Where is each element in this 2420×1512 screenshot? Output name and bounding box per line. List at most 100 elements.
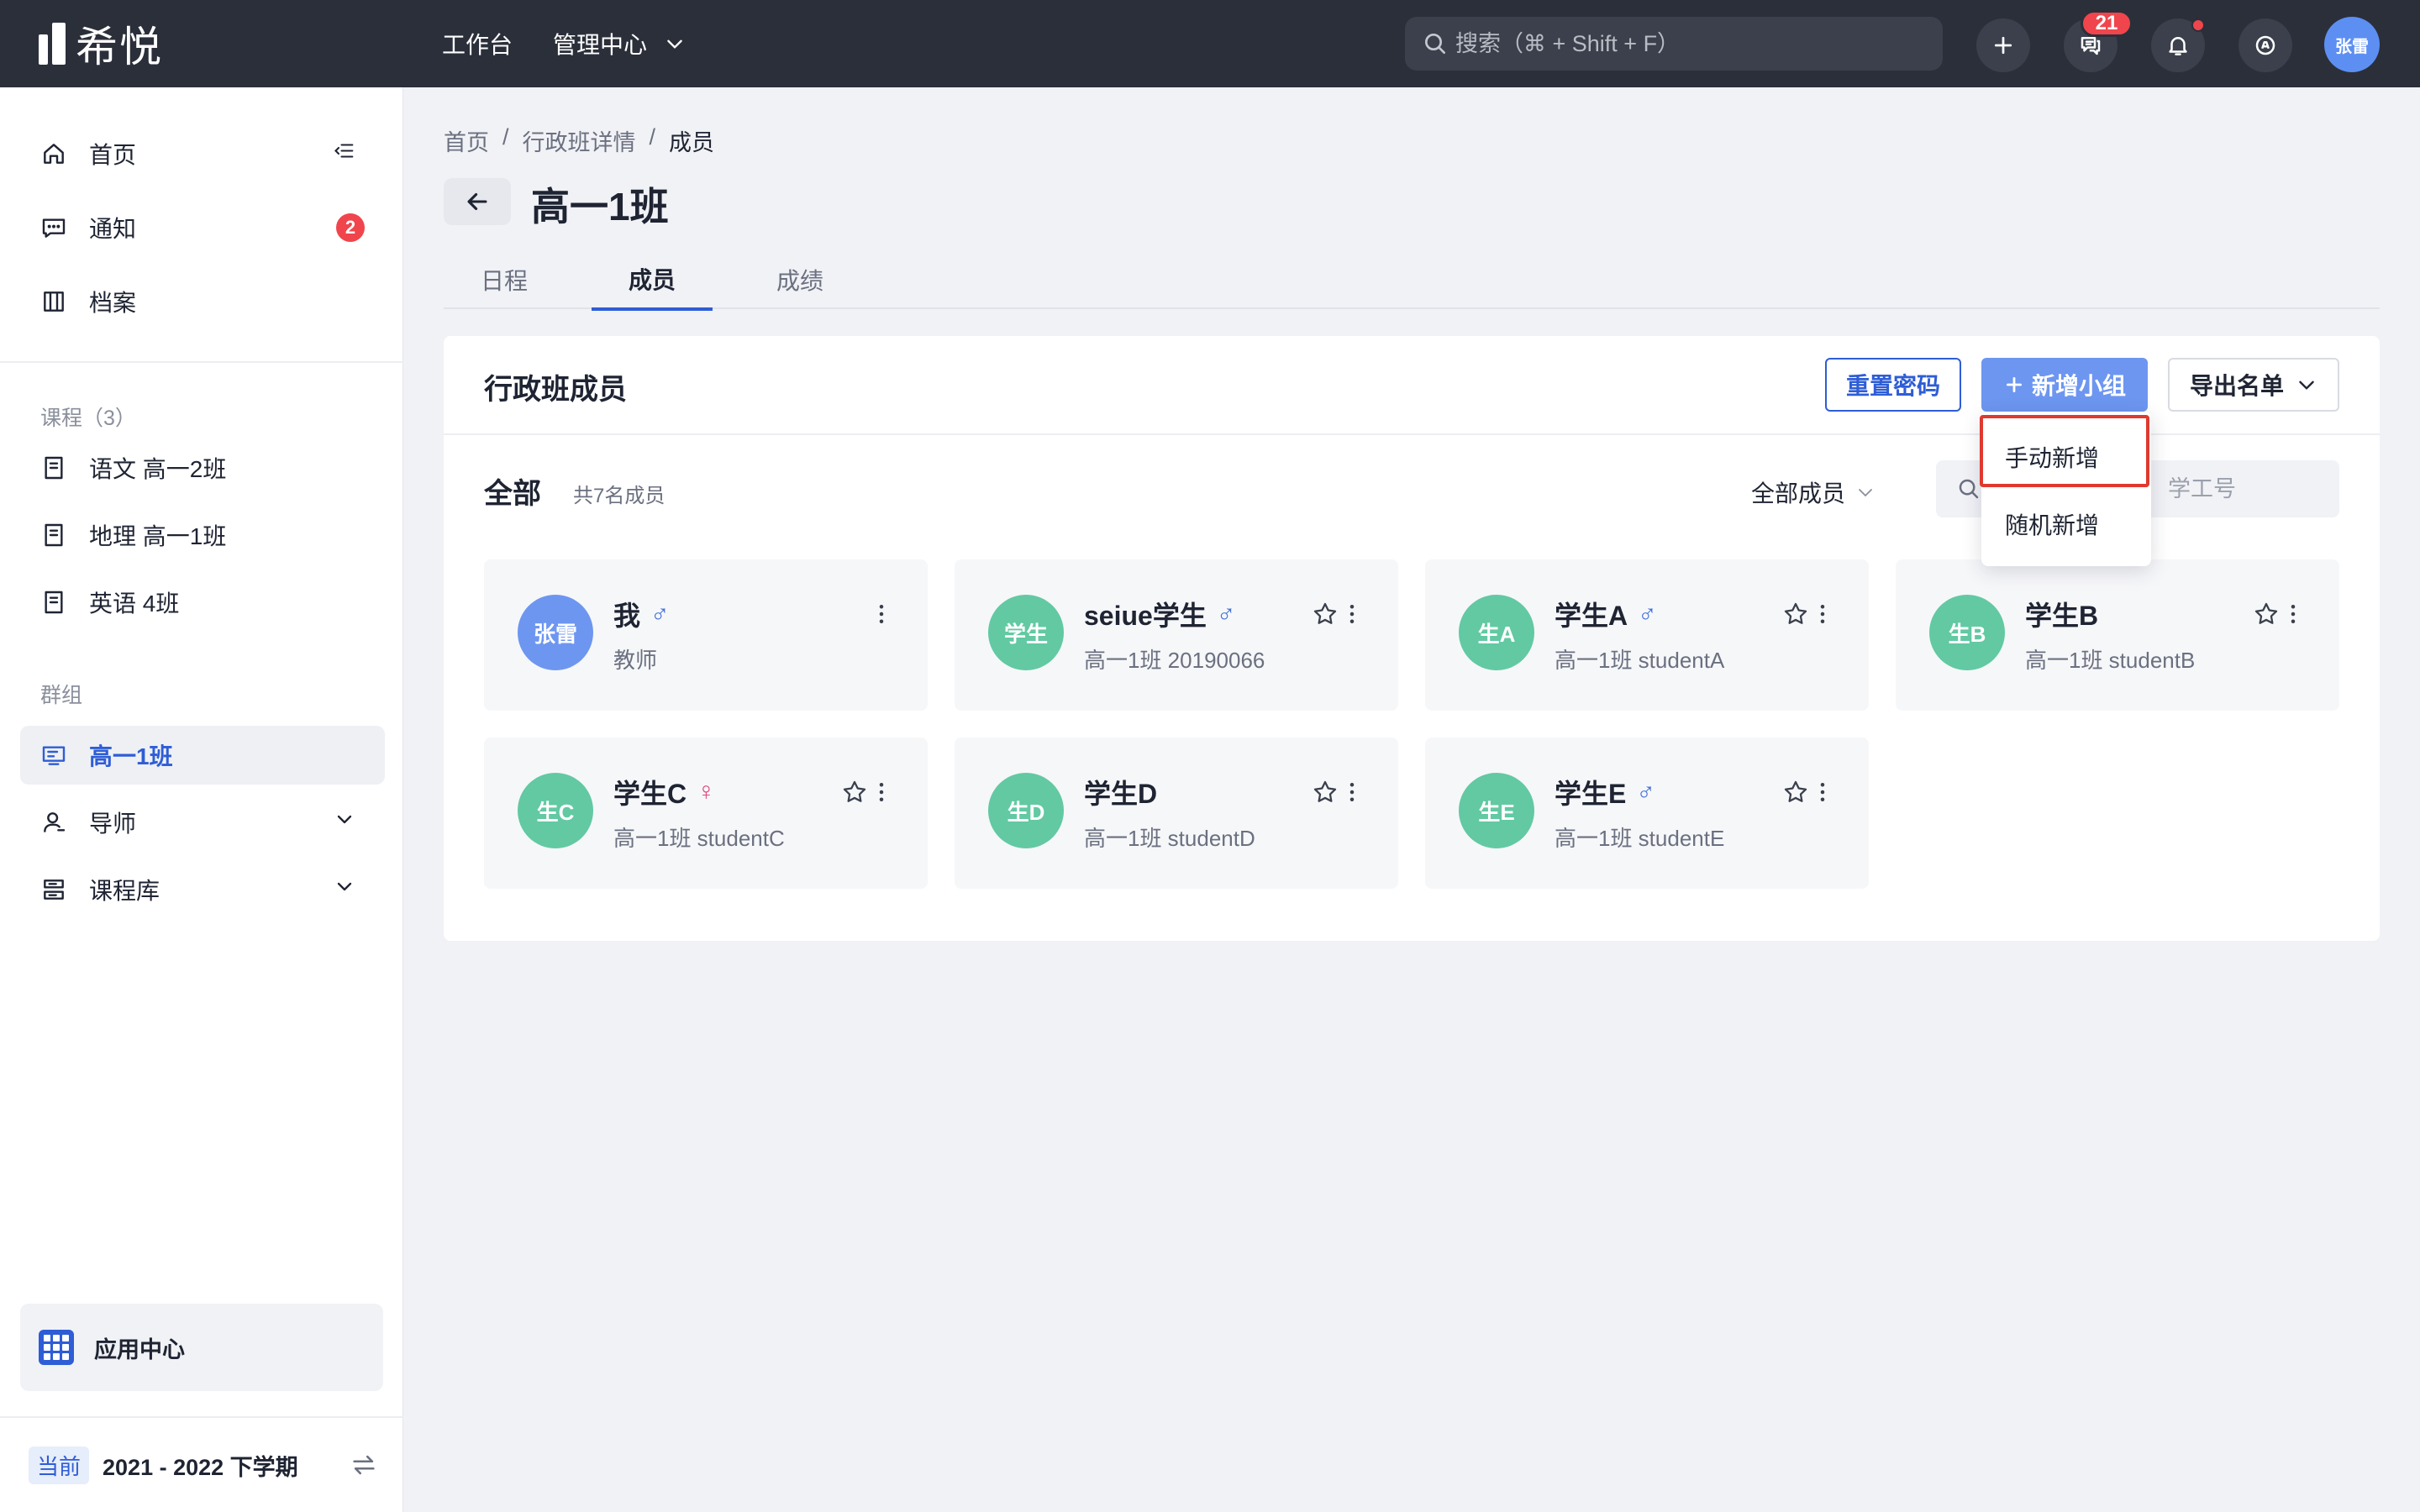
back-button[interactable] <box>444 178 511 225</box>
member-card[interactable]: 生B 学生B 高一1班 studentB <box>1896 559 2339 711</box>
breadcrumb-separator: / <box>649 124 656 150</box>
star-icon[interactable] <box>2252 600 2281 628</box>
dropdown-random-add[interactable]: 随机新增 <box>2005 507 2099 541</box>
chevron-down-icon <box>337 815 352 824</box>
book-icon <box>45 591 63 614</box>
sidebar-item-course-chinese[interactable]: 语文 高一2班 <box>20 438 385 497</box>
member-avatar: 生C <box>518 773 593 848</box>
sidebar-item-notifications[interactable]: 通知 2 <box>20 198 385 257</box>
member-card[interactable]: 学生 seiue学生 ♂ 高一1班 20190066 <box>955 559 1398 711</box>
logo-mark-icon <box>39 23 66 65</box>
chevron-down-icon <box>337 882 352 891</box>
user-avatar[interactable]: 张雷 <box>2324 17 2380 72</box>
book-icon <box>45 523 63 547</box>
logo-text: 希悦 <box>76 24 163 71</box>
sidebar-item-course-library[interactable]: 课程库 <box>20 860 385 919</box>
tab-schedule[interactable]: 日程 <box>444 250 565 309</box>
tab-grades[interactable]: 成绩 <box>739 250 860 309</box>
member-card[interactable]: 生D 学生D 高一1班 studentD <box>955 738 1398 889</box>
breadcrumb-home[interactable]: 首页 <box>444 124 489 157</box>
expand-course-library[interactable] <box>333 875 356 905</box>
app-center-button[interactable]: 应用中心 <box>20 1304 383 1391</box>
more-vertical-icon[interactable] <box>1810 601 1835 627</box>
star-icon[interactable] <box>840 778 869 806</box>
member-name: 学生B <box>2025 601 2099 631</box>
class-icon <box>42 746 66 765</box>
home-icon <box>44 144 64 164</box>
member-subtitle: 高一1班 studentD <box>1084 826 1255 851</box>
nav-management-center[interactable]: 管理中心 <box>553 27 686 60</box>
sidebar-item-mentor[interactable]: 导师 <box>20 793 385 852</box>
more-vertical-icon[interactable] <box>1339 780 1365 805</box>
add-group-button[interactable]: 新增小组 <box>1981 358 2148 412</box>
tab-bar: 日程 成员 成绩 <box>444 250 2380 311</box>
star-icon[interactable] <box>1781 778 1810 806</box>
message-icon <box>42 218 66 238</box>
member-avatar: 生A <box>1459 595 1534 670</box>
member-name: 学生E <box>1555 779 1627 809</box>
create-button[interactable] <box>1976 18 2030 72</box>
compass-icon <box>2255 35 2275 55</box>
sidebar-item-class-1[interactable]: 高一1班 <box>20 726 385 785</box>
user-icon <box>44 812 66 832</box>
member-filter-select[interactable]: 全部成员 <box>1751 475 1876 509</box>
sidebar-item-home[interactable]: 首页 <box>20 124 385 183</box>
page-title: 高一1班 <box>531 185 669 228</box>
star-icon[interactable] <box>1311 600 1339 628</box>
member-subtitle: 高一1班 studentE <box>1555 826 1725 851</box>
sidebar-item-course-english[interactable]: 英语 4班 <box>20 573 385 632</box>
member-avatar: 生D <box>988 773 1064 848</box>
member-avatar: 生E <box>1459 773 1534 848</box>
breadcrumb-separator: / <box>502 124 509 150</box>
star-icon[interactable] <box>1781 600 1810 628</box>
global-search[interactable] <box>1405 17 1943 71</box>
chevron-down-icon <box>667 39 682 49</box>
switch-icon[interactable] <box>350 1451 378 1479</box>
expand-mentor[interactable] <box>333 808 356 837</box>
more-vertical-icon[interactable] <box>869 780 894 805</box>
member-card[interactable]: 生A 学生A ♂ 高一1班 studentA <box>1425 559 1869 711</box>
highlight-box <box>1980 415 2149 487</box>
plus-icon <box>1994 36 2012 55</box>
gender-icon: ♀ <box>697 778 716 806</box>
more-vertical-icon[interactable] <box>2281 601 2306 627</box>
more-vertical-icon[interactable] <box>869 601 894 627</box>
collapse-sidebar-button[interactable] <box>333 139 356 169</box>
archive-icon <box>44 291 64 312</box>
member-avatar: 生B <box>1929 595 2005 670</box>
member-subtitle: 教师 <box>613 648 658 673</box>
search-icon <box>1425 34 1445 54</box>
sidebar-divider <box>0 361 403 363</box>
sidebar-item-course-geography[interactable]: 地理 高一1班 <box>20 506 385 564</box>
member-subtitle: 高一1班 studentB <box>2025 648 2196 673</box>
more-vertical-icon[interactable] <box>1339 601 1365 627</box>
export-list-button[interactable]: 导出名单 <box>2168 358 2339 412</box>
sidebar-item-archive[interactable]: 档案 <box>20 272 385 331</box>
nav-workbench[interactable]: 工作台 <box>442 27 513 60</box>
global-search-input[interactable] <box>1455 30 1926 57</box>
help-button[interactable] <box>2238 18 2292 72</box>
gender-icon: ♂ <box>1636 778 1655 806</box>
messages-badge: 21 <box>2081 10 2133 37</box>
gender-icon: ♂ <box>1638 600 1657 627</box>
breadcrumb-class-detail[interactable]: 行政班详情 <box>523 124 636 157</box>
member-card[interactable]: 生E 学生E ♂ 高一1班 studentE <box>1425 738 1869 889</box>
plus-icon <box>2006 377 2022 392</box>
member-card[interactable]: 张雷 我 ♂ 教师 <box>484 559 928 711</box>
term-switcher[interactable]: 当前 2021 - 2022 下学期 <box>0 1416 403 1512</box>
notification-dot <box>2191 18 2205 32</box>
reset-password-button[interactable]: 重置密码 <box>1825 358 1961 412</box>
notification-count-badge: 2 <box>336 213 365 242</box>
member-name: 学生C <box>613 779 687 809</box>
more-vertical-icon[interactable] <box>1810 780 1835 805</box>
member-card[interactable]: 生C 学生C ♀ 高一1班 studentC <box>484 738 928 889</box>
app-grid-icon <box>39 1330 74 1365</box>
member-subtitle: 高一1班 studentA <box>1555 648 1725 673</box>
book-icon <box>45 456 63 480</box>
gender-icon: ♂ <box>1216 600 1236 627</box>
tab-members[interactable]: 成员 <box>592 250 713 311</box>
sidebar: 首页 通知 2 档案 课程（3） 语文 高一2班 地理 高一1班 英语 4班 群… <box>0 87 403 1512</box>
member-avatar: 学生 <box>988 595 1064 670</box>
star-icon[interactable] <box>1311 778 1339 806</box>
logo[interactable]: 希悦 <box>39 20 163 71</box>
